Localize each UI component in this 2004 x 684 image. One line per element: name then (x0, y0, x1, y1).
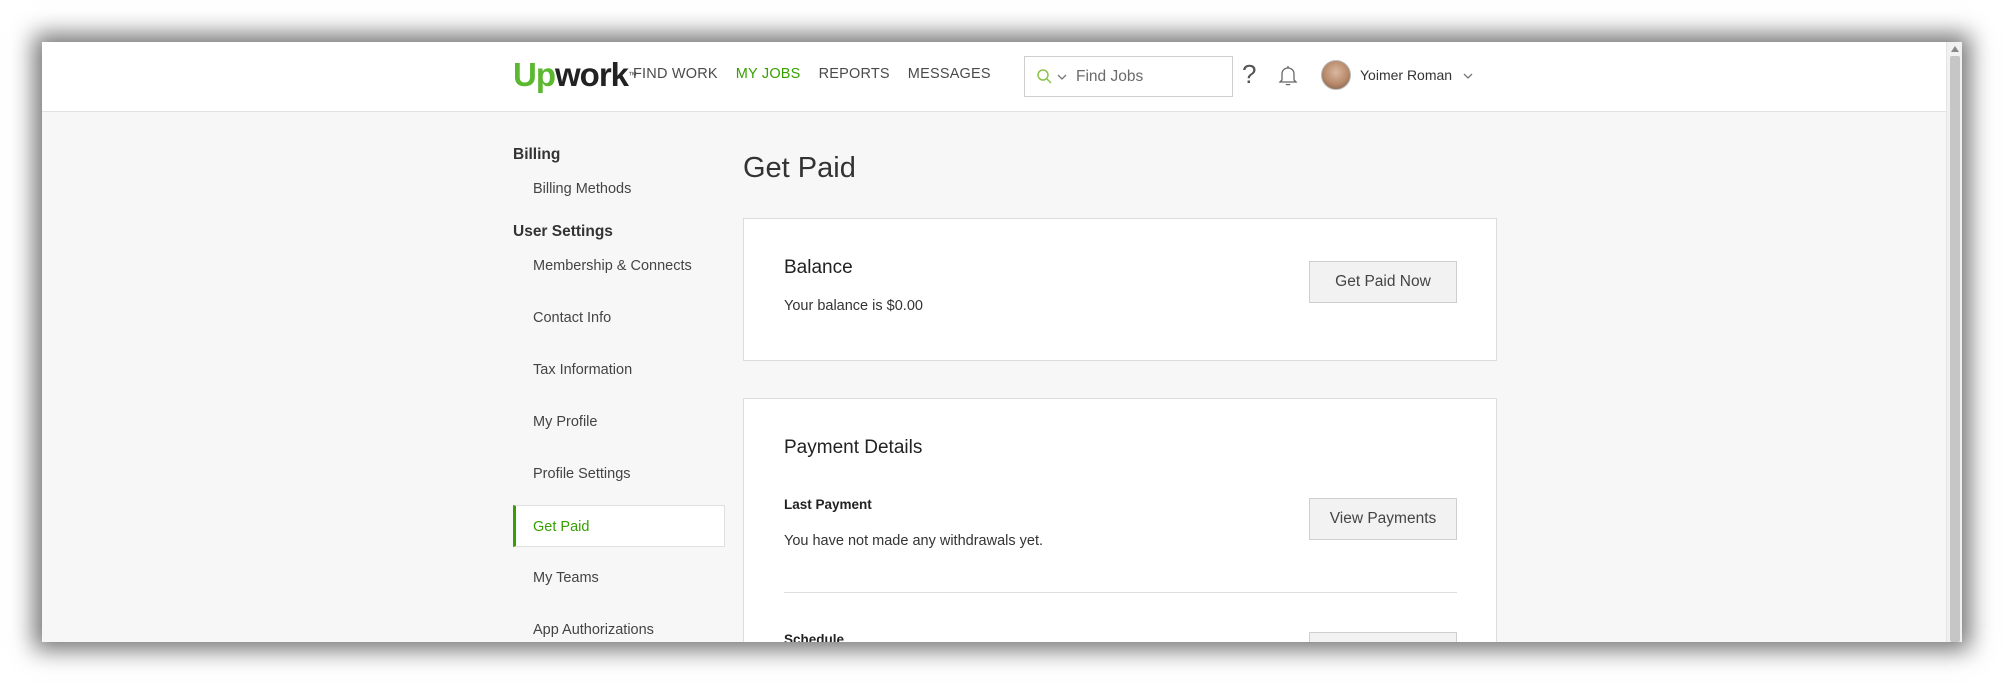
chevron-down-icon[interactable] (1056, 71, 1068, 83)
search-icon[interactable] (1035, 67, 1055, 87)
search-box[interactable] (1024, 56, 1233, 97)
top-navigation-bar: Upwork™ FIND WORK MY JOBS REPORTS MESSAG… (42, 42, 1946, 112)
nav-messages[interactable]: MESSAGES (908, 66, 991, 82)
sidebar-heading-user-settings: User Settings (513, 223, 613, 240)
sidebar-item-tax-information[interactable]: Tax Information (513, 349, 725, 391)
sidebar-heading-billing: Billing (513, 146, 561, 163)
payment-details-title: Payment Details (784, 437, 923, 458)
upwork-logo[interactable]: Upwork™ (513, 56, 637, 93)
balance-amount: $0.00 (886, 298, 923, 314)
section-divider (784, 592, 1457, 593)
sidebar-item-profile-settings[interactable]: Profile Settings (513, 453, 725, 495)
balance-title: Balance (784, 257, 853, 278)
vertical-scrollbar[interactable] (1946, 42, 1962, 642)
balance-text-prefix: Your balance is (784, 298, 887, 314)
balance-card: Balance Your balance is $0.00 Get Paid N… (743, 218, 1497, 361)
browser-window: Upwork™ FIND WORK MY JOBS REPORTS MESSAG… (42, 42, 1962, 642)
nav-my-jobs[interactable]: MY JOBS (736, 66, 801, 82)
sidebar-item-my-teams[interactable]: My Teams (513, 557, 725, 599)
schedule-button-partial[interactable] (1309, 632, 1457, 642)
sidebar-item-app-authorizations[interactable]: App Authorizations (513, 609, 725, 642)
nav-find-work[interactable]: FIND WORK (633, 66, 718, 82)
get-paid-now-button[interactable]: Get Paid Now (1309, 261, 1457, 303)
help-icon[interactable]: ? (1242, 58, 1262, 90)
scrollbar-thumb[interactable] (1950, 56, 1960, 642)
search-input[interactable] (1076, 67, 1216, 86)
nav-reports[interactable]: REPORTS (819, 66, 890, 82)
last-payment-text: You have not made any withdrawals yet. (784, 533, 1044, 549)
last-payment-heading: Last Payment (784, 497, 872, 512)
avatar[interactable] (1321, 60, 1351, 90)
user-name[interactable]: Yoimer Roman (1360, 67, 1452, 83)
schedule-heading: Schedule (784, 632, 845, 642)
chevron-down-icon[interactable] (1462, 70, 1474, 82)
logo-up-text: Up (513, 56, 556, 93)
balance-text: Your balance is $0.00 (784, 298, 923, 314)
sidebar-item-get-paid[interactable]: Get Paid (513, 505, 725, 547)
sidebar-item-contact-info[interactable]: Contact Info (513, 297, 725, 339)
view-payments-button[interactable]: View Payments (1309, 498, 1457, 540)
page-title: Get Paid (743, 152, 856, 184)
payment-details-card: Payment Details Last Payment You have no… (743, 398, 1497, 642)
sidebar-item-membership-connects[interactable]: Membership & Connects (513, 245, 725, 287)
bell-icon[interactable] (1276, 63, 1300, 87)
sidebar-item-billing-methods[interactable]: Billing Methods (513, 168, 725, 210)
scroll-up-arrow-icon[interactable] (1951, 46, 1959, 52)
main-nav: FIND WORK MY JOBS REPORTS MESSAGES (633, 66, 991, 82)
sidebar-item-my-profile[interactable]: My Profile (513, 401, 725, 443)
logo-work-text: work (555, 56, 629, 93)
